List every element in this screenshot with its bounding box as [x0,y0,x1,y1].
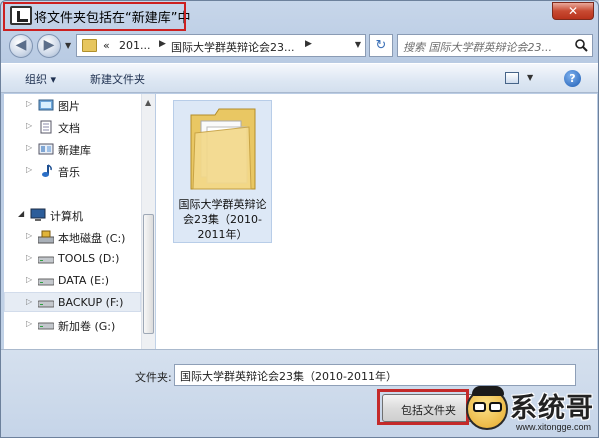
nav-item-music[interactable]: ▷ 音乐 [4,161,141,181]
drive-icon [38,278,54,286]
breadcrumb-overflow[interactable]: « [103,39,110,52]
nav-item-documents[interactable]: ▷ 文档 [4,117,141,137]
title-highlight-box [3,2,186,31]
view-dropdown-icon[interactable]: ▼ [527,73,533,82]
pictures-icon [38,99,54,111]
folder-name: 国际大学群英辩论会23集（2010-2011年） [178,198,267,241]
folder-item[interactable]: 国际大学群英辩论会23集（2010-2011年） [173,100,272,243]
nav-item-label: 新加卷 (G:) [58,320,116,333]
address-row: ◀ ▶ ▼ « 201... ▶ 国际大学群英辩论会23... ▶ ▼ ↻ 搜索… [1,31,598,61]
expand-arrow-icon[interactable]: ▷ [26,253,32,262]
watermark-url: www.xitongge.com [516,422,592,432]
nav-item-drive-e[interactable]: ▷ DATA (E:) [4,271,141,291]
breadcrumb-separator-icon[interactable]: ▶ [305,39,312,49]
folder-field[interactable]: 国际大学群英辩论会23集（2010-2011年） [174,364,576,386]
music-icon [42,164,52,177]
title-bar: 将文件夹包括在“新建库”中 ✕ [1,1,598,31]
dialog-window: 将文件夹包括在“新建库”中 ✕ ◀ ▶ ▼ « 201... ▶ 国际大学群英辩… [0,0,599,438]
expand-arrow-icon[interactable]: ▷ [26,121,32,130]
breadcrumb-item[interactable]: 国际大学群英辩论会23... [171,39,295,55]
change-view-icon[interactable] [505,72,519,84]
search-placeholder: 搜索 国际大学群英辩论会23... [403,41,552,54]
nav-item-drive-f[interactable]: ▷ BACKUP (F:) [4,292,141,312]
nav-item-label: 计算机 [50,210,83,223]
breadcrumb-separator-icon[interactable]: ▶ [159,39,166,49]
expand-arrow-icon[interactable]: ▷ [26,99,32,108]
folder-field-label: 文件夹: [135,371,172,384]
navigation-pane: ▷ 图片 ▷ 文档 ▷ 新建库 ▷ 音乐 ◢ 计算机 ▷ 本地磁盘 (C:) ▷… [4,94,155,349]
new-folder-button[interactable]: 新建文件夹 [90,71,145,87]
file-list-pane: 国际大学群英辩论会23集（2010-2011年） [156,94,597,349]
nav-item-label: 本地磁盘 (C:) [58,232,126,245]
history-dropdown-icon[interactable]: ▼ [65,41,71,50]
library-icon [38,143,54,155]
nav-item-drive-g[interactable]: ▷ 新加卷 (G:) [4,315,141,335]
watermark: 系统哥 www.xitongge.com [466,384,598,437]
nav-item-computer[interactable]: ◢ 计算机 [4,205,141,225]
nav-item-label: TOOLS (D:) [58,252,120,265]
mascot-icon [466,386,508,430]
computer-icon [30,208,46,221]
expand-arrow-icon[interactable]: ▷ [26,319,32,328]
refresh-button[interactable]: ↻ [369,34,393,57]
button-highlight-box [377,389,469,425]
documents-icon [40,120,52,134]
nav-item-label: 文档 [58,122,80,135]
expand-arrow-icon[interactable]: ▷ [26,297,32,306]
search-box[interactable]: 搜索 国际大学群英辩论会23... [397,34,593,57]
scroll-up-icon[interactable]: ▲ [145,98,151,107]
command-bar: 组织 ▾ 新建文件夹 ▼ ? [1,63,598,93]
nav-item-drive-d[interactable]: ▷ TOOLS (D:) [4,249,141,269]
drive-icon [38,300,54,308]
expand-arrow-icon[interactable]: ▷ [26,275,32,284]
nav-item-label: 新建库 [58,144,91,157]
scroll-thumb[interactable] [143,214,154,334]
watermark-text: 系统哥 [510,393,594,424]
nav-item-new-library[interactable]: ▷ 新建库 [4,139,141,159]
nav-item-pictures[interactable]: ▷ 图片 [4,95,141,115]
nav-item-label: 音乐 [58,166,80,179]
expand-arrow-icon[interactable]: ▷ [26,165,32,174]
organize-menu[interactable]: 组织 ▾ [25,71,56,87]
nav-item-label: 图片 [58,100,80,113]
nav-item-label: BACKUP (F:) [58,296,124,309]
help-icon[interactable]: ? [564,70,581,87]
address-dropdown-icon[interactable]: ▼ [355,40,361,49]
drive-icon [38,322,54,330]
expand-arrow-icon[interactable]: ▷ [26,143,32,152]
system-drive-icon [38,230,54,244]
back-button[interactable]: ◀ [9,34,33,58]
folder-icon [82,39,97,52]
drive-icon [38,256,54,264]
expand-arrow-icon[interactable]: ▷ [26,231,32,240]
nav-scrollbar[interactable]: ▲ [141,94,155,349]
folder-icon [190,108,256,190]
collapse-arrow-icon[interactable]: ◢ [18,209,24,218]
address-bar[interactable]: « 201... ▶ 国际大学群英辩论会23... ▶ ▼ [76,34,366,57]
nav-item-label: DATA (E:) [58,274,110,287]
search-icon [575,39,588,52]
breadcrumb-item[interactable]: 201... [119,39,151,52]
close-button[interactable]: ✕ [552,2,594,20]
nav-item-drive-c[interactable]: ▷ 本地磁盘 (C:) [4,227,141,247]
forward-button[interactable]: ▶ [37,34,61,58]
